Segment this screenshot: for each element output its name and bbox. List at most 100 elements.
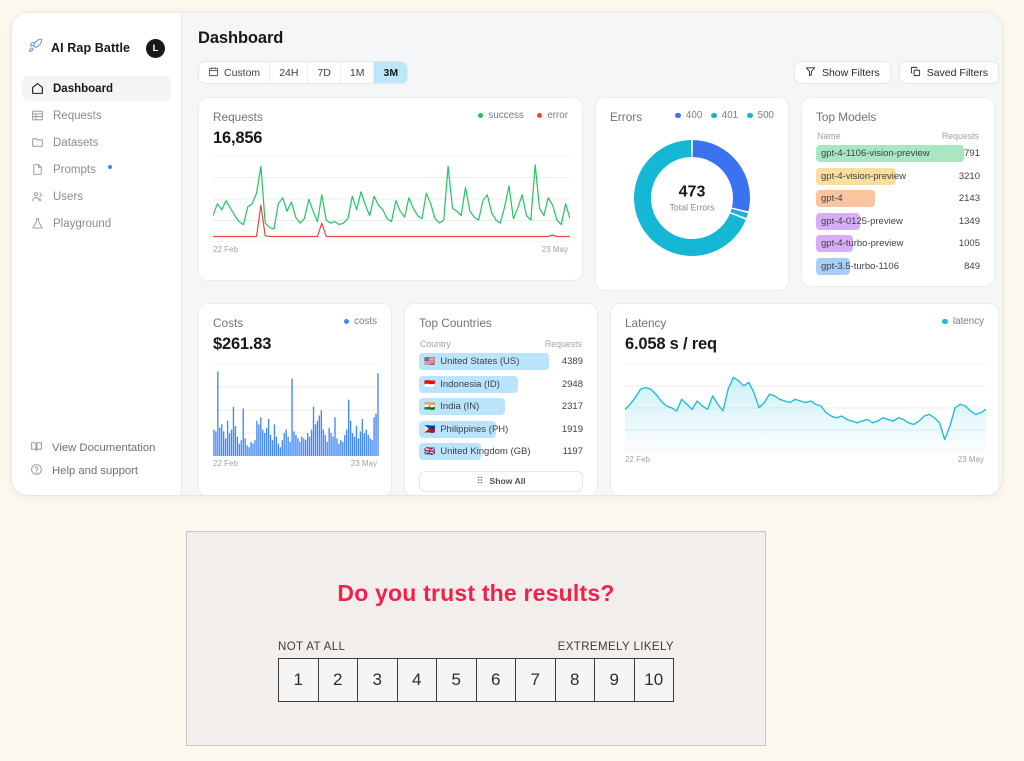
help-support-link[interactable]: Help and support [22, 463, 171, 479]
range-option-7d[interactable]: 7D [308, 62, 340, 83]
sidebar-item-label: Prompts [53, 164, 96, 176]
table-row[interactable]: 🇮🇳India (IN) 2317 [419, 397, 583, 417]
country-name: 🇮🇳India (IN) [419, 401, 479, 412]
show-filters-button[interactable]: Show Filters [794, 61, 891, 84]
legend-dot-401-icon [711, 113, 717, 119]
survey-option-8[interactable]: 8 [556, 659, 596, 701]
help-support-label: Help and support [52, 465, 138, 477]
question-circle-icon [30, 463, 43, 479]
costs-card-header: Costs costs [213, 316, 377, 330]
saved-filters-label: Saved Filters [927, 67, 988, 79]
country-label: Indonesia (ID) [440, 379, 500, 390]
requests-line-chart [213, 156, 570, 242]
table-row[interactable]: gpt-42143 [816, 189, 980, 209]
sidebar-footer: View Documentation Help and support [22, 440, 171, 481]
costs-bar-chart [213, 364, 379, 456]
legend-error: error [537, 110, 568, 121]
toolbar-right: Show Filters Saved Filters [794, 61, 999, 84]
flag-icon: 🇺🇸 [424, 357, 435, 366]
latency-card: Latency latency 6.058 s / req 22 Feb 23 … [610, 303, 999, 495]
survey-scale: 12345678910 [278, 658, 674, 702]
model-requests: 1005 [946, 238, 980, 249]
table-row[interactable]: gpt-4-0125-preview1349 [816, 211, 980, 231]
model-bar: gpt-4-0125-preview [816, 213, 946, 230]
costs-axis: 22 Feb 23 May [213, 459, 377, 468]
table-row[interactable]: 🇬🇧United Kingdom (GB)1197 [419, 442, 583, 462]
range-option-3m[interactable]: 3M [374, 62, 407, 83]
range-option-label: Custom [224, 67, 260, 79]
show-all-button[interactable]: Show All [419, 471, 583, 492]
table-row[interactable]: 🇺🇸United States (US)4389 [419, 352, 583, 372]
table-row[interactable]: 🇵🇭Philippines (PH)1919 [419, 419, 583, 439]
sidebar-item-requests[interactable]: Requests [22, 103, 171, 128]
country-label: India (IN) [440, 401, 479, 412]
sidebar-nav: Dashboard Requests Datasets Prompts [22, 76, 171, 236]
rocket-icon [28, 38, 43, 58]
requests-card: Requests success error 16,8 [198, 97, 583, 281]
avatar[interactable]: L [146, 39, 165, 58]
latency-card-header: Latency latency [625, 316, 984, 330]
sidebar-item-dashboard[interactable]: Dashboard [22, 76, 171, 101]
latency-value: 6.058 s / req [625, 335, 984, 354]
axis-end: 23 May [958, 455, 984, 464]
table-row[interactable]: 🇮🇩Indonesia (ID)2948 [419, 374, 583, 394]
table-row[interactable]: gpt-3.5-turbo-1106849 [816, 256, 980, 276]
legend-dot-500-icon [747, 113, 753, 119]
legend-dot-success-icon [478, 113, 484, 119]
survey-option-9[interactable]: 9 [595, 659, 635, 701]
model-requests: 3210 [946, 171, 980, 182]
legend-label: success [488, 110, 523, 121]
sidebar-item-datasets[interactable]: Datasets [22, 130, 171, 155]
country-bar: 🇮🇳India (IN) [419, 398, 549, 415]
sidebar-item-prompts[interactable]: Prompts [22, 157, 171, 182]
country-label: United Kingdom (GB) [440, 446, 530, 457]
model-name: gpt-4-0125-preview [816, 216, 903, 227]
top-models-title: Top Models [816, 110, 980, 124]
survey-option-5[interactable]: 5 [437, 659, 477, 701]
table-row[interactable]: gpt-4-1106-vision-preview6791 [816, 144, 980, 164]
legend-500: 500 [747, 110, 774, 121]
page-title: Dashboard [198, 29, 999, 48]
legend-dot-error-icon [537, 113, 543, 119]
country-name: 🇵🇭Philippines (PH) [419, 424, 508, 435]
saved-filters-button[interactable]: Saved Filters [899, 61, 999, 84]
legend-label: 500 [758, 110, 774, 121]
home-icon [30, 82, 44, 96]
legend-success: success [478, 110, 524, 121]
survey-option-3[interactable]: 3 [358, 659, 398, 701]
model-name: gpt-3.5-turbo-1106 [816, 261, 899, 272]
country-bar: 🇮🇩Indonesia (ID) [419, 376, 549, 393]
survey-option-1[interactable]: 1 [279, 659, 319, 701]
survey-option-2[interactable]: 2 [319, 659, 359, 701]
legend-label: latency [953, 316, 984, 327]
errors-total-value: 473 [670, 184, 715, 202]
col-country: Country [420, 339, 451, 349]
country-requests: 2948 [549, 379, 583, 390]
axis-end: 23 May [351, 459, 377, 468]
range-option-24h[interactable]: 24H [270, 62, 308, 83]
flask-icon [30, 217, 44, 231]
legend-401: 401 [711, 110, 738, 121]
table-row[interactable]: gpt-4-turbo-preview1005 [816, 234, 980, 254]
dashboard-window: AI Rap Battle L Dashboard Requests Da [12, 13, 1002, 495]
survey-option-4[interactable]: 4 [398, 659, 438, 701]
survey-option-7[interactable]: 7 [516, 659, 556, 701]
range-option-1m[interactable]: 1M [341, 62, 375, 83]
date-range-segmented-control: Custom 24H 7D 1M 3M [198, 61, 408, 84]
sidebar-item-playground[interactable]: Playground [22, 211, 171, 236]
survey-option-6[interactable]: 6 [477, 659, 517, 701]
top-countries-rows: 🇺🇸United States (US)4389🇮🇩Indonesia (ID)… [419, 352, 583, 462]
view-documentation-link[interactable]: View Documentation [22, 440, 171, 456]
table-row[interactable]: gpt-4-vision-preview3210 [816, 166, 980, 186]
range-option-custom[interactable]: Custom [199, 62, 270, 83]
sidebar-item-users[interactable]: Users [22, 184, 171, 209]
survey-scale-wrap: NOT AT ALL EXTREMELY LIKELY 12345678910 [278, 641, 674, 702]
toolbar: Custom 24H 7D 1M 3M Show Filters [198, 61, 999, 84]
survey-low-label: NOT AT ALL [278, 641, 345, 653]
country-bar: 🇺🇸United States (US) [419, 353, 549, 370]
book-icon [30, 440, 43, 456]
sidebar-item-label: Users [53, 191, 83, 203]
survey-option-10[interactable]: 10 [635, 659, 674, 701]
top-countries-card: Top Countries Country Requests 🇺🇸United … [404, 303, 598, 495]
country-requests: 2317 [549, 401, 583, 412]
